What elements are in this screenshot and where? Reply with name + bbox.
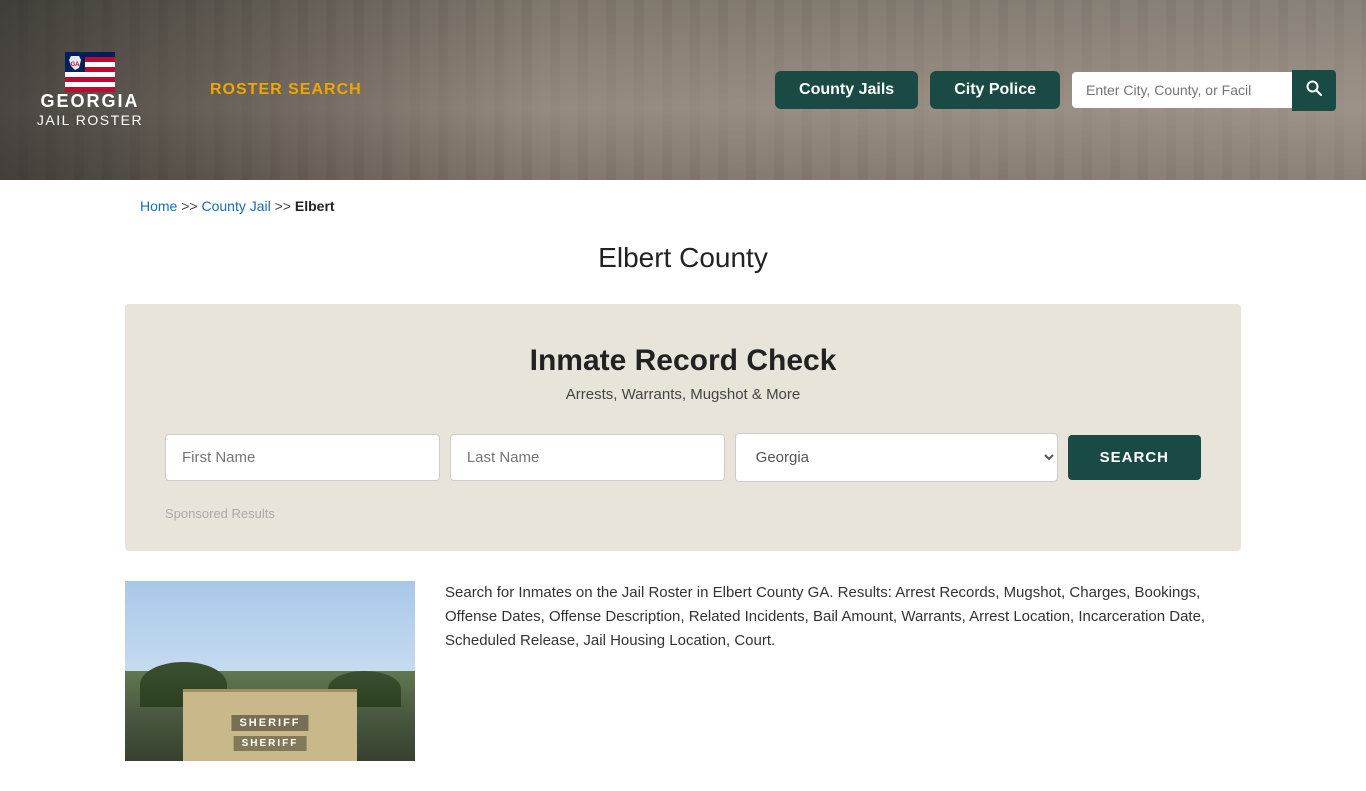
header-search-button[interactable] <box>1292 70 1336 111</box>
page-title: Elbert County <box>0 242 1366 274</box>
nav-roster-search[interactable]: ROSTER SEARCH <box>210 81 362 99</box>
inmate-record-check-widget: Inmate Record Check Arrests, Warrants, M… <box>125 304 1241 551</box>
site-logo[interactable]: GA GEORGIA JAIL ROSTER <box>30 52 150 128</box>
georgia-seal-icon: GA <box>65 52 115 92</box>
breadcrumb-sep1: >> <box>181 198 197 214</box>
bottom-section: SHERIFF Search for Inmates on the Jail R… <box>0 551 1366 791</box>
header-search-input[interactable] <box>1072 72 1292 108</box>
breadcrumb-county-jail[interactable]: County Jail <box>202 198 271 214</box>
header-search-bar <box>1072 70 1336 111</box>
breadcrumb-home[interactable]: Home <box>140 198 177 214</box>
header-right: County Jails City Police <box>775 70 1336 111</box>
state-select[interactable]: Georgia Alabama Florida <box>735 433 1058 482</box>
breadcrumb-current: Elbert <box>295 198 335 214</box>
widget-title: Inmate Record Check <box>165 344 1201 378</box>
sheriff-building-image: SHERIFF <box>125 581 415 761</box>
svg-text:GA: GA <box>71 62 81 68</box>
city-police-button[interactable]: City Police <box>930 71 1060 109</box>
county-jails-button[interactable]: County Jails <box>775 71 918 109</box>
sponsored-results-label: Sponsored Results <box>165 506 1201 521</box>
last-name-input[interactable] <box>450 434 725 481</box>
site-header: GA GEORGIA JAIL ROSTER ROSTER SEARCH Cou… <box>0 0 1366 180</box>
breadcrumb: Home >> County Jail >> Elbert <box>0 180 1366 232</box>
logo-georgia: GEORGIA <box>40 92 139 112</box>
widget-search-button[interactable]: SEARCH <box>1068 435 1201 480</box>
breadcrumb-sep2: >> <box>275 198 291 214</box>
first-name-input[interactable] <box>165 434 440 481</box>
description-text: Search for Inmates on the Jail Roster in… <box>445 581 1241 653</box>
logo-jail-roster: JAIL ROSTER <box>37 112 143 128</box>
search-icon <box>1306 80 1322 96</box>
widget-form: Georgia Alabama Florida SEARCH <box>165 433 1201 482</box>
widget-subtitle: Arrests, Warrants, Mugshot & More <box>165 386 1201 403</box>
